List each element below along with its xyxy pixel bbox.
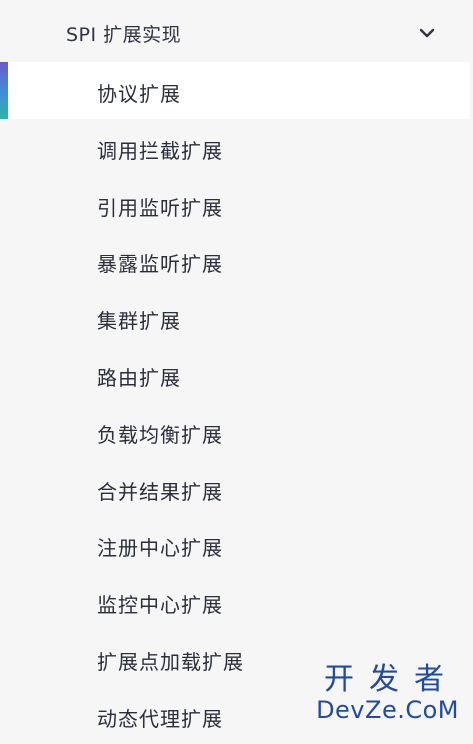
sidebar-item-extension-factory-extension[interactable]: 扩展点加载扩展	[0, 630, 470, 687]
sidebar-item-merger-extension[interactable]: 合并结果扩展	[0, 460, 470, 517]
sidebar-item-exporter-listener-extension[interactable]: 暴露监听扩展	[0, 232, 470, 289]
sidebar-item-label: 调用拦截扩展	[97, 138, 223, 163]
active-indicator	[0, 62, 8, 119]
sidebar-item-router-extension[interactable]: 路由扩展	[0, 346, 470, 403]
sidebar-item-label: 集群扩展	[97, 309, 181, 334]
sidebar-item-label: 引用监听扩展	[97, 195, 223, 220]
sidebar-item-filter-extension[interactable]: 调用拦截扩展	[0, 119, 470, 176]
sidebar-item-invoker-listener-extension[interactable]: 引用监听扩展	[0, 176, 470, 233]
sidebar-item-label: 路由扩展	[97, 365, 181, 390]
sidebar-nav: SPI 扩展实现 协议扩展 调用拦截扩展 引用监听扩展 暴露监听扩展 集群扩展 …	[0, 0, 473, 736]
sidebar-item-label: 扩展点加载扩展	[97, 649, 244, 674]
sidebar-item-label: 注册中心扩展	[97, 536, 223, 561]
section-title: SPI 扩展实现	[66, 24, 182, 46]
sidebar-item-label: 协议扩展	[97, 82, 181, 106]
section-header-spi[interactable]: SPI 扩展实现	[0, 6, 473, 62]
sidebar-item-label: 暴露监听扩展	[97, 252, 223, 277]
sidebar-item-label: 监控中心扩展	[97, 593, 223, 618]
sidebar-item-proxy-factory-extension[interactable]: 动态代理扩展	[0, 687, 470, 744]
sidebar-item-monitor-extension[interactable]: 监控中心扩展	[0, 573, 470, 630]
sidebar-item-cluster-extension[interactable]: 集群扩展	[0, 289, 470, 346]
sidebar-item-list: 协议扩展 调用拦截扩展 引用监听扩展 暴露监听扩展 集群扩展 路由扩展 负载均衡…	[0, 62, 473, 744]
sidebar-item-load-balance-extension[interactable]: 负载均衡扩展	[0, 403, 470, 460]
sidebar-item-protocol-extension[interactable]: 协议扩展	[0, 62, 470, 119]
sidebar-item-label: 负载均衡扩展	[97, 422, 223, 447]
sidebar-item-label: 合并结果扩展	[97, 479, 223, 504]
sidebar-item-label: 动态代理扩展	[97, 706, 223, 731]
sidebar-item-registry-extension[interactable]: 注册中心扩展	[0, 516, 470, 573]
chevron-down-icon[interactable]	[416, 22, 438, 44]
